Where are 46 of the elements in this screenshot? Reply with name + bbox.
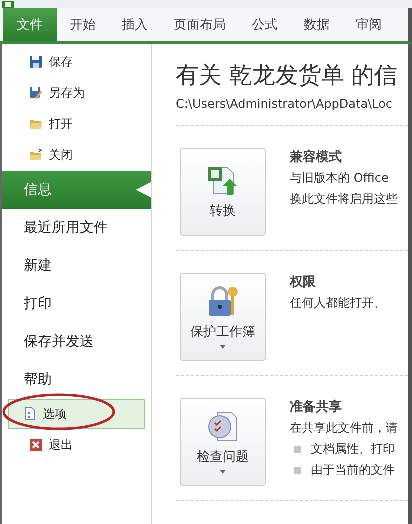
close-icon bbox=[29, 438, 43, 452]
ribbon-tab[interactable]: 审阅 bbox=[343, 8, 395, 41]
convert-icon bbox=[206, 164, 240, 198]
checklist-document-icon bbox=[206, 410, 240, 444]
section-heading: 权限 bbox=[290, 274, 317, 291]
menu-item[interactable]: 新建 bbox=[2, 247, 151, 285]
menu-item[interactable]: 退出 bbox=[8, 430, 145, 460]
section-description: 任何人都能打开、 bbox=[290, 295, 386, 312]
menu-item[interactable]: 保存 bbox=[8, 47, 145, 77]
folder-icon bbox=[29, 117, 43, 131]
menu-item[interactable]: 打印 bbox=[2, 285, 151, 323]
section-description: 在共享此文件前，请 bbox=[290, 420, 398, 437]
section-description: 换此文件将启用这些 bbox=[290, 191, 398, 208]
ribbon-tab[interactable]: 页面布局 bbox=[161, 8, 239, 41]
action-button[interactable]: 保护工作簿 bbox=[180, 273, 266, 361]
bullet-text: 文档属性、打印 bbox=[311, 441, 395, 458]
menu-item[interactable]: 打开 bbox=[8, 109, 145, 139]
menu-item[interactable]: 关闭 bbox=[8, 140, 145, 170]
document-icon bbox=[23, 407, 37, 421]
menu-item[interactable]: 信息 bbox=[2, 171, 151, 209]
ribbon-tab[interactable]: 插入 bbox=[109, 8, 161, 41]
dropdown-caret-icon bbox=[220, 345, 226, 349]
page-title: 有关 乾龙发货单 的信 bbox=[176, 62, 399, 91]
menu-item[interactable]: 最近所用文件 bbox=[2, 209, 151, 247]
ribbon-tab[interactable]: 文件 bbox=[3, 8, 57, 41]
section-description: 与旧版本的 Office bbox=[290, 170, 390, 187]
ribbon-tab[interactable]: 数据 bbox=[291, 8, 343, 41]
file-path: C:\Users\Administrator\AppData\Loc bbox=[176, 97, 408, 126]
section-heading: 兼容模式 bbox=[290, 148, 343, 166]
bullet-text: 由于当前的文件 bbox=[311, 462, 395, 479]
section-heading: 准备共享 bbox=[290, 398, 343, 416]
menu-item[interactable]: 另存为 bbox=[8, 78, 145, 108]
action-button[interactable]: 转换 bbox=[180, 148, 266, 236]
lock-and-key-icon bbox=[206, 285, 240, 319]
excel-icon[interactable] bbox=[2, 1, 14, 8]
ribbon-tab[interactable]: 公式 bbox=[239, 8, 291, 41]
menu-item[interactable]: 选项 bbox=[8, 399, 145, 429]
action-button[interactable]: 检查问题 bbox=[180, 398, 266, 486]
save-as-icon bbox=[29, 86, 43, 100]
menu-item[interactable]: 帮助 bbox=[2, 361, 151, 399]
bullet-icon bbox=[294, 446, 301, 453]
menu-item[interactable]: 保存并发送 bbox=[2, 323, 151, 361]
folder-icon bbox=[29, 148, 43, 162]
ribbon-tab[interactable]: 开始 bbox=[57, 8, 109, 41]
bullet-icon bbox=[294, 467, 301, 474]
dropdown-caret-icon bbox=[220, 470, 226, 474]
